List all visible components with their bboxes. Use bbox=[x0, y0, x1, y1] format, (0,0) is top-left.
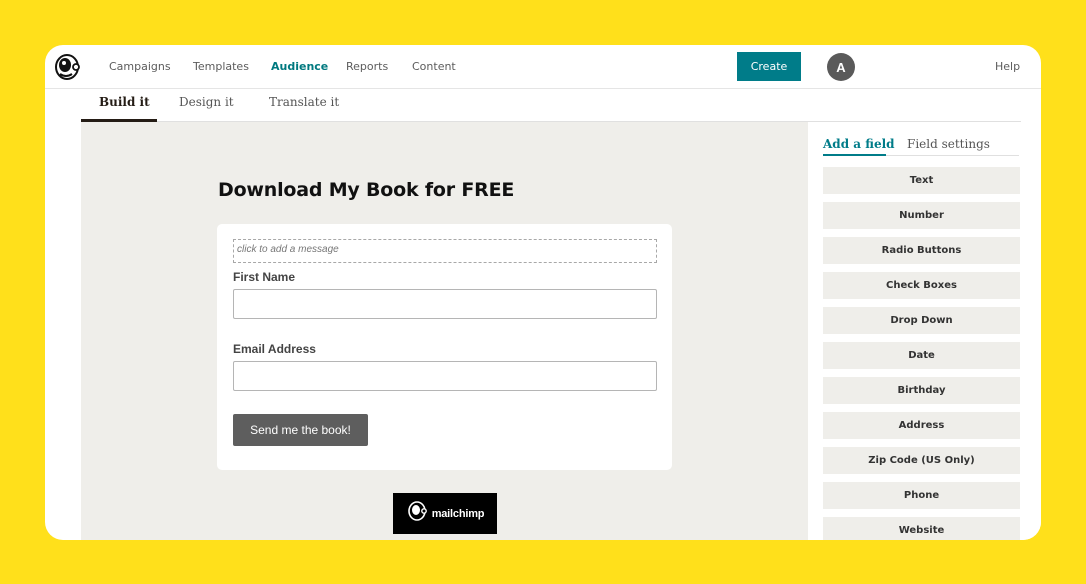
field-button-zip-code[interactable]: Zip Code (US Only) bbox=[823, 447, 1020, 474]
field-button-text[interactable]: Text bbox=[823, 167, 1020, 194]
email-label: Email Address bbox=[233, 342, 316, 356]
top-nav: Campaigns Templates Audience Reports Con… bbox=[45, 45, 1041, 89]
field-panel: Add a field Field settings Text Number R… bbox=[808, 122, 1041, 540]
mailchimp-freddie-icon bbox=[406, 500, 428, 527]
nav-campaigns[interactable]: Campaigns bbox=[109, 60, 171, 73]
badge-text: mailchimp bbox=[431, 507, 485, 520]
add-message-field[interactable]: click to add a message bbox=[233, 239, 657, 263]
form-card: click to add a message First Name Email … bbox=[217, 224, 672, 470]
tab-field-settings[interactable]: Field settings bbox=[907, 137, 990, 151]
field-button-date[interactable]: Date bbox=[823, 342, 1020, 369]
form-title[interactable]: Download My Book for FREE bbox=[218, 179, 514, 201]
tab-translate-it[interactable]: Translate it bbox=[269, 95, 339, 109]
nav-content[interactable]: Content bbox=[412, 60, 456, 73]
field-button-check-boxes[interactable]: Check Boxes bbox=[823, 272, 1020, 299]
submit-button[interactable]: Send me the book! bbox=[233, 414, 368, 446]
tab-build-it[interactable]: Build it bbox=[99, 95, 150, 109]
email-input[interactable] bbox=[233, 361, 657, 391]
form-canvas: Download My Book for FREE click to add a… bbox=[81, 122, 808, 540]
nav-audience[interactable]: Audience bbox=[271, 60, 328, 73]
nav-reports[interactable]: Reports bbox=[346, 60, 388, 73]
field-button-radio-buttons[interactable]: Radio Buttons bbox=[823, 237, 1020, 264]
tab-design-it[interactable]: Design it bbox=[179, 95, 234, 109]
tab-add-a-field[interactable]: Add a field bbox=[823, 137, 895, 151]
first-name-label: First Name bbox=[233, 270, 296, 284]
field-button-website[interactable]: Website bbox=[823, 517, 1020, 540]
nav-templates[interactable]: Templates bbox=[193, 60, 249, 73]
panel-active-tab-indicator bbox=[823, 154, 886, 156]
create-button[interactable]: Create bbox=[737, 52, 801, 81]
mailchimp-badge[interactable]: mailchimp bbox=[393, 493, 497, 534]
field-button-birthday[interactable]: Birthday bbox=[823, 377, 1020, 404]
field-button-number[interactable]: Number bbox=[823, 202, 1020, 229]
field-button-phone[interactable]: Phone bbox=[823, 482, 1020, 509]
field-button-drop-down[interactable]: Drop Down bbox=[823, 307, 1020, 334]
builder-tabs: Build it Design it Translate it bbox=[81, 89, 1021, 122]
app-window: Campaigns Templates Audience Reports Con… bbox=[45, 45, 1041, 540]
avatar[interactable]: A bbox=[827, 53, 855, 81]
help-link[interactable]: Help bbox=[995, 60, 1020, 73]
mailchimp-logo-icon[interactable] bbox=[52, 53, 82, 81]
first-name-input[interactable] bbox=[233, 289, 657, 319]
field-button-address[interactable]: Address bbox=[823, 412, 1020, 439]
